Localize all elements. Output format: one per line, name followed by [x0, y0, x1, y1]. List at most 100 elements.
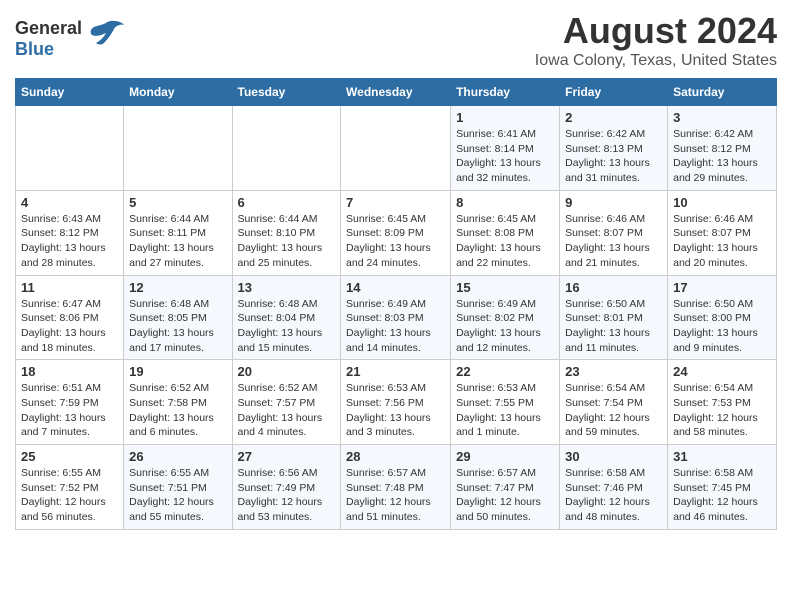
logo-general-text: General	[15, 18, 82, 38]
day-info: Sunrise: 6:57 AM Sunset: 7:47 PM Dayligh…	[456, 466, 554, 525]
page-header: General Blue August 2024 Iowa Colony, Te…	[15, 10, 777, 70]
day-of-week-header: Sunday	[16, 79, 124, 106]
logo: General Blue	[15, 18, 124, 60]
day-number: 23	[565, 364, 662, 379]
calendar-cell: 22 Sunrise: 6:53 AM Sunset: 7:55 PM Dayli…	[451, 360, 560, 445]
day-of-week-header: Monday	[124, 79, 232, 106]
day-number: 2	[565, 110, 662, 125]
day-info: Sunrise: 6:52 AM Sunset: 7:57 PM Dayligh…	[238, 381, 336, 440]
day-number: 5	[129, 195, 226, 210]
day-info: Sunrise: 6:44 AM Sunset: 8:11 PM Dayligh…	[129, 212, 226, 271]
calendar-cell: 1 Sunrise: 6:41 AM Sunset: 8:14 PM Daylig…	[451, 106, 560, 191]
calendar-cell: 5 Sunrise: 6:44 AM Sunset: 8:11 PM Daylig…	[124, 190, 232, 275]
calendar-cell: 16 Sunrise: 6:50 AM Sunset: 8:01 PM Dayli…	[560, 275, 668, 360]
day-info: Sunrise: 6:51 AM Sunset: 7:59 PM Dayligh…	[21, 381, 118, 440]
calendar-cell: 10Sunrise: 6:46 AM Sunset: 8:07 PM Dayli…	[668, 190, 777, 275]
day-of-week-header: Wednesday	[341, 79, 451, 106]
day-number: 4	[21, 195, 118, 210]
calendar-cell	[232, 106, 341, 191]
day-info: Sunrise: 6:52 AM Sunset: 7:58 PM Dayligh…	[129, 381, 226, 440]
day-of-week-header: Friday	[560, 79, 668, 106]
page-subtitle: Iowa Colony, Texas, United States	[535, 52, 777, 70]
day-number: 22	[456, 364, 554, 379]
day-number: 29	[456, 449, 554, 464]
day-info: Sunrise: 6:50 AM Sunset: 8:00 PM Dayligh…	[673, 297, 771, 356]
day-number: 31	[673, 449, 771, 464]
day-number: 15	[456, 280, 554, 295]
day-info: Sunrise: 6:56 AM Sunset: 7:49 PM Dayligh…	[238, 466, 336, 525]
day-number: 16	[565, 280, 662, 295]
day-number: 6	[238, 195, 336, 210]
logo-blue-text: Blue	[15, 39, 54, 59]
day-number: 28	[346, 449, 445, 464]
day-info: Sunrise: 6:57 AM Sunset: 7:48 PM Dayligh…	[346, 466, 445, 525]
calendar-cell: 13Sunrise: 6:48 AM Sunset: 8:04 PM Dayli…	[232, 275, 341, 360]
day-number: 27	[238, 449, 336, 464]
day-info: Sunrise: 6:58 AM Sunset: 7:45 PM Dayligh…	[673, 466, 771, 525]
calendar-cell: 30 Sunrise: 6:58 AM Sunset: 7:46 PM Dayli…	[560, 445, 668, 530]
calendar-cell: 14 Sunrise: 6:49 AM Sunset: 8:03 PM Dayli…	[341, 275, 451, 360]
title-section: August 2024 Iowa Colony, Texas, United S…	[535, 10, 777, 70]
day-info: Sunrise: 6:42 AM Sunset: 8:12 PM Dayligh…	[673, 127, 771, 186]
day-number: 9	[565, 195, 662, 210]
day-info: Sunrise: 6:48 AM Sunset: 8:04 PM Dayligh…	[238, 297, 336, 356]
day-number: 3	[673, 110, 771, 125]
calendar-cell: 4Sunrise: 6:43 AM Sunset: 8:12 PM Daylig…	[16, 190, 124, 275]
day-number: 24	[673, 364, 771, 379]
day-info: Sunrise: 6:41 AM Sunset: 8:14 PM Dayligh…	[456, 127, 554, 186]
day-number: 12	[129, 280, 226, 295]
day-info: Sunrise: 6:49 AM Sunset: 8:03 PM Dayligh…	[346, 297, 445, 356]
day-number: 20	[238, 364, 336, 379]
day-of-week-header: Saturday	[668, 79, 777, 106]
calendar-cell: 7Sunrise: 6:45 AM Sunset: 8:09 PM Daylig…	[341, 190, 451, 275]
day-info: Sunrise: 6:58 AM Sunset: 7:46 PM Dayligh…	[565, 466, 662, 525]
calendar-cell: 2Sunrise: 6:42 AM Sunset: 8:13 PM Daylig…	[560, 106, 668, 191]
day-info: Sunrise: 6:54 AM Sunset: 7:54 PM Dayligh…	[565, 381, 662, 440]
calendar-cell: 29 Sunrise: 6:57 AM Sunset: 7:47 PM Dayli…	[451, 445, 560, 530]
calendar-cell: 3 Sunrise: 6:42 AM Sunset: 8:12 PM Daylig…	[668, 106, 777, 191]
calendar-cell: 9 Sunrise: 6:46 AM Sunset: 8:07 PM Daylig…	[560, 190, 668, 275]
calendar-cell: 18 Sunrise: 6:51 AM Sunset: 7:59 PM Dayli…	[16, 360, 124, 445]
day-number: 10	[673, 195, 771, 210]
calendar-cell: 17 Sunrise: 6:50 AM Sunset: 8:00 PM Dayli…	[668, 275, 777, 360]
day-info: Sunrise: 6:48 AM Sunset: 8:05 PM Dayligh…	[129, 297, 226, 356]
day-info: Sunrise: 6:54 AM Sunset: 7:53 PM Dayligh…	[673, 381, 771, 440]
calendar-cell: 19 Sunrise: 6:52 AM Sunset: 7:58 PM Dayli…	[124, 360, 232, 445]
day-info: Sunrise: 6:53 AM Sunset: 7:55 PM Dayligh…	[456, 381, 554, 440]
calendar-cell: 25 Sunrise: 6:55 AM Sunset: 7:52 PM Dayli…	[16, 445, 124, 530]
day-info: Sunrise: 6:44 AM Sunset: 8:10 PM Dayligh…	[238, 212, 336, 271]
calendar-cell: 24 Sunrise: 6:54 AM Sunset: 7:53 PM Dayli…	[668, 360, 777, 445]
calendar-cell	[16, 106, 124, 191]
calendar-cell: 15Sunrise: 6:49 AM Sunset: 8:02 PM Dayli…	[451, 275, 560, 360]
day-info: Sunrise: 6:46 AM Sunset: 8:07 PM Dayligh…	[565, 212, 662, 271]
calendar-cell: 8 Sunrise: 6:45 AM Sunset: 8:08 PM Daylig…	[451, 190, 560, 275]
day-info: Sunrise: 6:55 AM Sunset: 7:51 PM Dayligh…	[129, 466, 226, 525]
day-number: 11	[21, 280, 118, 295]
page-title: August 2024	[535, 10, 777, 52]
calendar-cell: 6 Sunrise: 6:44 AM Sunset: 8:10 PM Daylig…	[232, 190, 341, 275]
day-info: Sunrise: 6:45 AM Sunset: 8:08 PM Dayligh…	[456, 212, 554, 271]
day-number: 21	[346, 364, 445, 379]
calendar-cell: 26Sunrise: 6:55 AM Sunset: 7:51 PM Dayli…	[124, 445, 232, 530]
day-info: Sunrise: 6:50 AM Sunset: 8:01 PM Dayligh…	[565, 297, 662, 356]
day-of-week-header: Thursday	[451, 79, 560, 106]
day-info: Sunrise: 6:47 AM Sunset: 8:06 PM Dayligh…	[21, 297, 118, 356]
calendar-cell: 23 Sunrise: 6:54 AM Sunset: 7:54 PM Dayli…	[560, 360, 668, 445]
calendar-cell: 20 Sunrise: 6:52 AM Sunset: 7:57 PM Dayli…	[232, 360, 341, 445]
day-number: 19	[129, 364, 226, 379]
day-info: Sunrise: 6:55 AM Sunset: 7:52 PM Dayligh…	[21, 466, 118, 525]
day-number: 1	[456, 110, 554, 125]
calendar-cell	[124, 106, 232, 191]
day-number: 14	[346, 280, 445, 295]
day-number: 30	[565, 449, 662, 464]
calendar-cell: 11 Sunrise: 6:47 AM Sunset: 8:06 PM Dayli…	[16, 275, 124, 360]
calendar-cell: 28 Sunrise: 6:57 AM Sunset: 7:48 PM Dayli…	[341, 445, 451, 530]
day-number: 18	[21, 364, 118, 379]
day-number: 7	[346, 195, 445, 210]
calendar-cell: 21Sunrise: 6:53 AM Sunset: 7:56 PM Dayli…	[341, 360, 451, 445]
day-number: 25	[21, 449, 118, 464]
day-number: 17	[673, 280, 771, 295]
calendar-cell: 12 Sunrise: 6:48 AM Sunset: 8:05 PM Dayli…	[124, 275, 232, 360]
calendar-cell	[341, 106, 451, 191]
day-number: 8	[456, 195, 554, 210]
